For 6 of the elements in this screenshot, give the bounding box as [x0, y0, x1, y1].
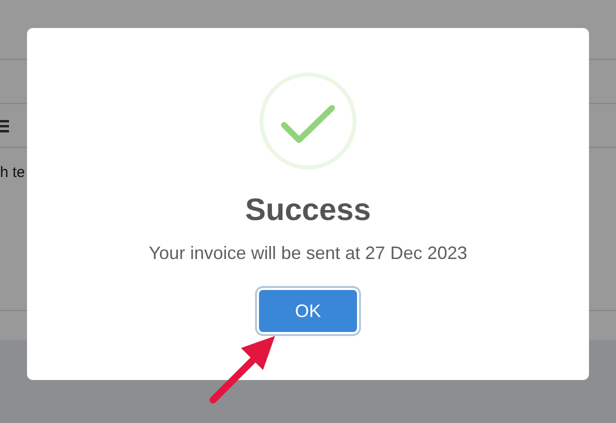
body-text: h te — [0, 164, 26, 181]
dialog-title: Success — [245, 192, 371, 228]
menu-icon[interactable] — [0, 118, 9, 132]
ok-button[interactable]: OK — [259, 290, 357, 332]
dialog-message: Your invoice will be sent at 27 Dec 2023 — [148, 242, 468, 264]
success-check-icon — [259, 72, 357, 170]
